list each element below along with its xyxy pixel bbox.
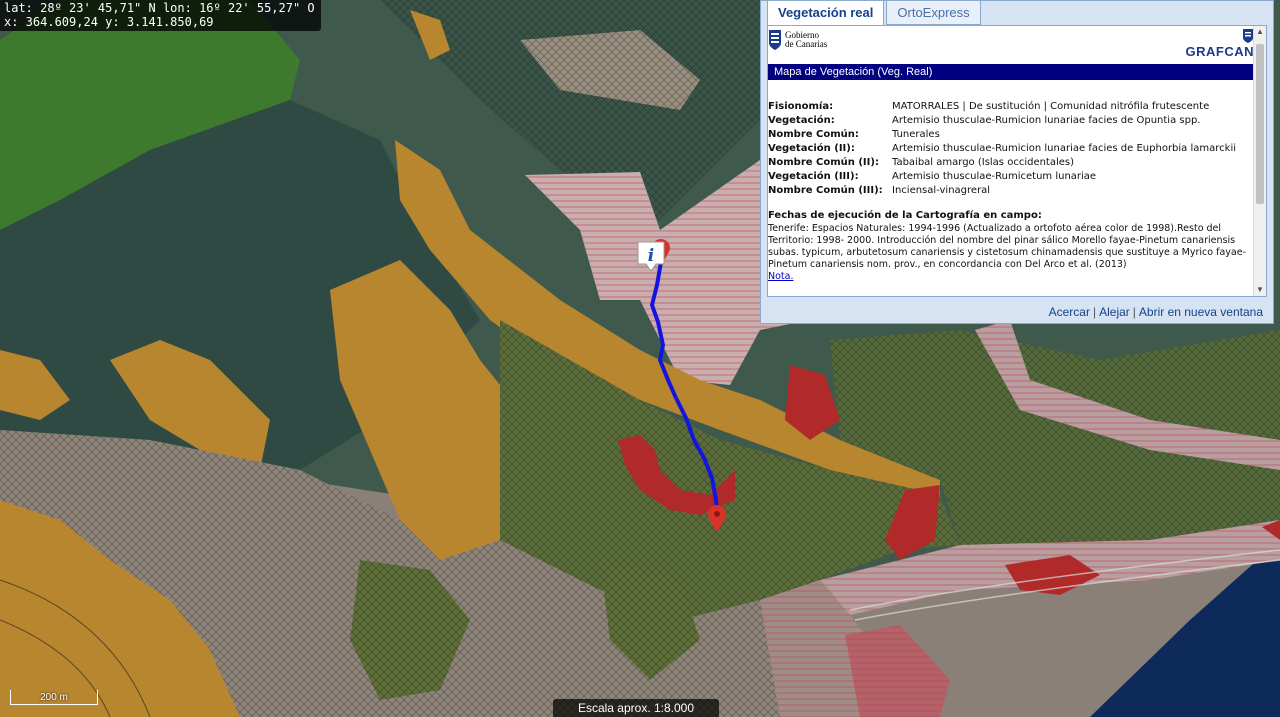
shield-icon [769,30,781,50]
info-popup: Vegetación real OrtoExpress Gobierno de … [760,0,1274,324]
attr-key: Nombre Común (III): [768,185,883,196]
attribute-row: Nombre Común (III): Inciensal-vinagreral [768,184,1252,198]
open-new-window-link[interactable]: Abrir en nueva ventana [1139,305,1263,319]
attr-value: Artemisio thusculae-Rumicion lunariae fa… [892,115,1201,126]
popup-tabs: Vegetación real OrtoExpress [767,1,983,26]
tab-ortoexpress[interactable]: OrtoExpress [886,1,981,25]
tab-vegetacion-real[interactable]: Vegetación real [767,1,885,26]
latlon-readout: lat: 28º 23' 45,71" N lon: 16º 22' 55,27… [4,1,315,15]
grafcan-logo: GRAFCAN [1186,28,1255,59]
attribute-row: Fisionomía: MATORRALES | De sustitución |… [768,100,1252,114]
popup-header: Mapa de Vegetación (Veg. Real) [768,64,1254,80]
attribute-row: Nombre Común (II): Tabaibal amargo (Islas… [768,156,1252,170]
attribute-row: Vegetación (III): Artemisio thusculae-Rum… [768,170,1252,184]
fechas-title: Fechas de ejecución de la Cartografía en… [768,210,1042,221]
logos: Gobierno de Canarias GRAFCAN [768,26,1254,64]
attr-key: Nombre Común (II): [768,157,879,168]
nota-link[interactable]: Nota. [768,271,794,282]
attribute-row: Vegetación (II): Artemisio thusculae-Rumi… [768,142,1252,156]
attr-key: Vegetación: [768,115,835,126]
attribute-row: Nombre Común: Tunerales [768,128,1252,142]
popup-scrollbar[interactable]: ▲ ▼ [1253,26,1266,296]
alejar-link[interactable]: Alejar [1099,305,1130,319]
popup-content: Gobierno de Canarias GRAFCAN Mapa de Veg… [767,25,1267,297]
attr-value: Tabaibal amargo (Islas occidentales) [892,157,1075,168]
xy-readout: x: 364.609,24 y: 3.141.850,69 [4,15,214,29]
coordinate-readout: lat: 28º 23' 45,71" N lon: 16º 22' 55,27… [0,0,321,31]
acercar-link[interactable]: Acercar [1049,305,1090,319]
gobierno-canarias-logo: Gobierno de Canarias [768,29,827,51]
attr-value: Tunerales [892,129,940,140]
attr-value: Artemisio thusculae-Rumicetum lunariae [892,171,1097,182]
info-marker-label: i [648,246,654,266]
attr-value: MATORRALES | De sustitución | Comunidad … [892,101,1210,112]
attr-key: Nombre Común: [768,129,859,140]
attr-key: Fisionomía: [768,101,834,112]
attr-value: Inciensal-vinagreral [892,185,991,196]
attribute-table: Fisionomía: MATORRALES | De sustitución |… [768,100,1252,282]
scale-text: Escala aprox. 1:8.000 [553,699,719,717]
scale-bar: 200 m [10,690,98,705]
attr-key: Vegetación (II): [768,143,855,154]
attribute-row: Vegetación: Artemisio thusculae-Rumicion … [768,114,1252,128]
grafcan-text: GRAFCAN [1185,44,1254,59]
popup-links: Acercar | Alejar | Abrir en nueva ventana [1048,305,1263,319]
gobierno-text-line2: de Canarias [785,39,828,49]
fechas-text: Tenerife: Espacios Naturales: 1994-1996 … [768,223,1246,270]
attr-key: Vegetación (III): [768,171,859,182]
attr-value: Artemisio thusculae-Rumicion lunariae fa… [892,143,1236,154]
scroll-down-icon[interactable]: ▼ [1254,284,1266,296]
scroll-thumb[interactable] [1256,44,1264,204]
scroll-up-icon[interactable]: ▲ [1254,26,1266,38]
